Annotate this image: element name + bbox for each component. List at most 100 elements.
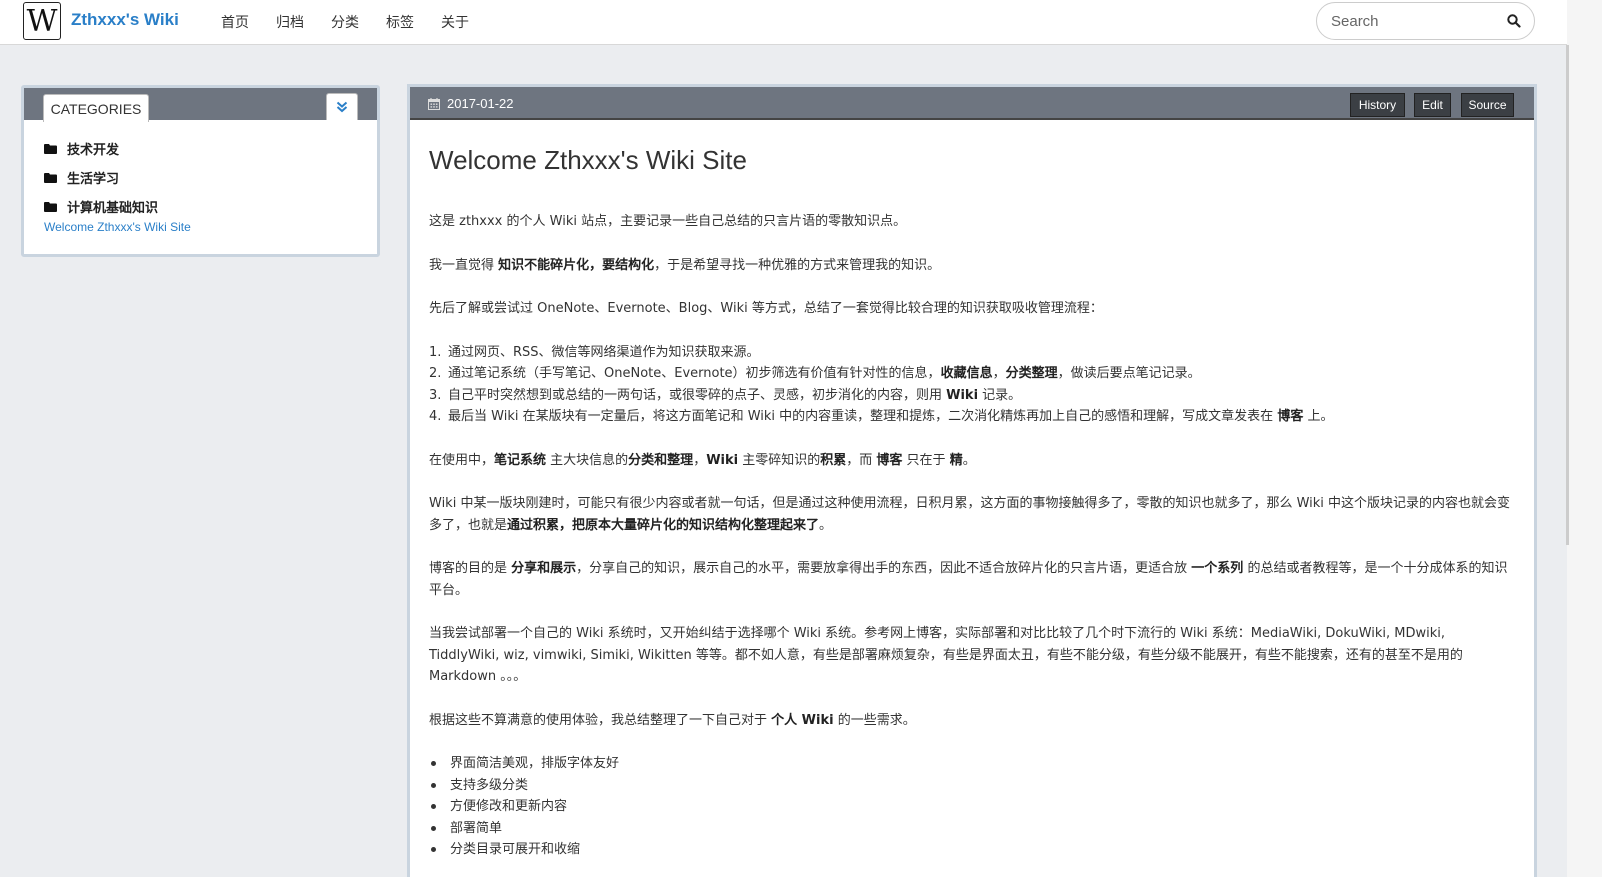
step-text: 通过网页、RSS、微信等网络渠道作为知识获取来源。 bbox=[448, 344, 760, 360]
list-item: 4. 最后当 Wiki 在某版块有一定量后，将这方面笔记和 Wiki 中的内容重读… bbox=[429, 406, 1519, 428]
bold-fragment: 个人 Wiki bbox=[771, 712, 834, 728]
text-fragment: 。 bbox=[962, 452, 976, 468]
category-item[interactable]: 技术开发 bbox=[44, 134, 158, 163]
categories-tab[interactable]: CATEGORIES bbox=[43, 94, 149, 122]
calendar-icon bbox=[428, 97, 440, 110]
text-fragment: 我一直觉得 bbox=[429, 257, 499, 273]
text-fragment: 记录。 bbox=[978, 387, 1022, 403]
source-button[interactable]: Source bbox=[1461, 93, 1514, 117]
welcome-page-link[interactable]: Welcome Zthxxx's Wiki Site bbox=[44, 220, 191, 234]
paragraph-usage: 在使用中，笔记系统 主大块信息的分类和整理，Wiki 主零碎知识的积累，而 博客… bbox=[429, 450, 1519, 472]
paragraph-blog-purpose: 博客的目的是 分享和展示，分享自己的知识，展示自己的水平，需要放拿得出手的东西，… bbox=[429, 558, 1519, 601]
bold-fragment: 分享和展示 bbox=[511, 561, 577, 576]
folder-icon bbox=[44, 172, 57, 183]
search-icon[interactable] bbox=[1507, 14, 1521, 28]
category-list: 技术开发 生活学习 计算机基础知识 bbox=[44, 134, 158, 221]
folder-icon bbox=[44, 201, 57, 212]
category-label: 生活学习 bbox=[67, 172, 120, 187]
nav-tags-link[interactable]: 标签 bbox=[386, 12, 414, 32]
article-date: 2017-01-22 bbox=[428, 96, 514, 111]
category-label: 计算机基础知识 bbox=[67, 201, 159, 216]
text-fragment: 在使用中， bbox=[429, 452, 495, 468]
step-text: 通过笔记系统（手写笔记、OneNote、Evernote）初步筛选有价值有针对性… bbox=[448, 363, 1201, 385]
workflow-steps-list: 1. 通过网页、RSS、微信等网络渠道作为知识获取来源。 2. 通过笔记系统（手写笔… bbox=[429, 342, 1519, 428]
bold-fragment: 积累 bbox=[820, 452, 847, 468]
top-navbar: W Zthxxx's Wiki 首页 归档 分类 标签 关于 bbox=[0, 0, 1602, 45]
bold-fragment: 知识不能碎片化，要结构化 bbox=[498, 257, 655, 273]
step-number: 2. bbox=[429, 366, 442, 381]
list-item: 3. 自己平时突然想到或总结的一两句话，或很零碎的点子、灵感，初步消化的内容，则用… bbox=[429, 385, 1519, 407]
category-item[interactable]: 计算机基础知识 bbox=[44, 192, 158, 221]
bold-fragment: 分类整理 bbox=[1005, 366, 1058, 381]
bold-fragment: 精 bbox=[949, 452, 963, 468]
nav-archive-link[interactable]: 归档 bbox=[276, 12, 304, 32]
step-text: 自己平时突然想到或总结的一两句话，或很零碎的点子、灵感，初步消化的内容，则用 W… bbox=[448, 385, 1021, 407]
article-body: Welcome Zthxxx's Wiki Site 这是 zthxxx 的个人… bbox=[429, 142, 1519, 861]
text-fragment: 主零碎知识的 bbox=[738, 452, 821, 468]
paragraph-knowledge: 我一直觉得 知识不能碎片化，要结构化，于是希望寻找一种优雅的方式来管理我的知识。 bbox=[429, 255, 1519, 277]
bold-fragment: 博客 bbox=[1277, 409, 1304, 424]
text-fragment: 的一些需求。 bbox=[833, 712, 916, 728]
paragraph-accumulation: Wiki 中某一版块刚建时，可能只有很少内容或者就一句话，但是通过这种使用流程，… bbox=[429, 493, 1519, 536]
list-item: 部署简单 bbox=[429, 818, 1519, 840]
bold-fragment: 笔记系统 bbox=[494, 452, 547, 468]
paragraph-intro: 这是 zthxxx 的个人 Wiki 站点，主要记录一些自己总结的只言片语的零散… bbox=[429, 214, 907, 229]
text-fragment: 主大块信息的 bbox=[546, 452, 629, 468]
nav-categories-link[interactable]: 分类 bbox=[331, 12, 359, 32]
site-brand-link[interactable]: Zthxxx's Wiki bbox=[71, 10, 179, 30]
text-fragment: 最后当 Wiki 在某版块有一定量后，将这方面笔记和 Wiki 中的内容重读，整… bbox=[448, 409, 1278, 424]
text-fragment: 根据这些不算满意的使用体验，我总结整理了一下自己对于 bbox=[429, 712, 772, 728]
step-number: 4. bbox=[429, 409, 442, 424]
edit-button[interactable]: Edit bbox=[1414, 93, 1451, 117]
bold-fragment: Wiki bbox=[946, 387, 979, 403]
main-nav: 首页 归档 分类 标签 关于 bbox=[221, 12, 496, 32]
search-input[interactable] bbox=[1331, 11, 1501, 31]
article-header: 2017-01-22 History Edit Source bbox=[410, 87, 1534, 120]
list-item: 界面简洁美观，排版字体友好 bbox=[429, 753, 1519, 775]
bold-fragment: 分类和整理 bbox=[628, 452, 694, 468]
categories-panel: CATEGORIES 技术开发 生活学习 计算机基础知识 Welcome Zth… bbox=[21, 85, 380, 257]
paragraph-methods: 先后了解或尝试过 OneNote、Evernote、Blog、Wiki 等方式，… bbox=[429, 301, 1103, 316]
text-fragment: 通过笔记系统（手写笔记、OneNote、Evernote）初步筛选有价值有针对性… bbox=[448, 366, 941, 381]
list-item: 支持多级分类 bbox=[429, 775, 1519, 797]
text-fragment: ，于是希望寻找一种优雅的方式来管理我的知识。 bbox=[654, 257, 941, 273]
bold-fragment: 收藏信息 bbox=[940, 366, 993, 381]
text-fragment: 上。 bbox=[1303, 409, 1334, 424]
category-item[interactable]: 生活学习 bbox=[44, 163, 158, 192]
double-chevron-down-icon bbox=[336, 101, 348, 113]
list-item: 1. 通过网页、RSS、微信等网络渠道作为知识获取来源。 bbox=[429, 342, 1519, 364]
article-panel: 2017-01-22 History Edit Source Welcome Z… bbox=[407, 84, 1537, 877]
paragraph-requirements: 根据这些不算满意的使用体验，我总结整理了一下自己对于 个人 Wiki 的一些需求… bbox=[429, 710, 1519, 732]
article-date-text: 2017-01-22 bbox=[447, 96, 514, 111]
folder-icon bbox=[44, 143, 57, 154]
text-fragment: 自己平时突然想到或总结的一两句话，或很零碎的点子、灵感，初步消化的内容，则用 bbox=[448, 387, 947, 403]
history-button[interactable]: History bbox=[1350, 93, 1405, 117]
nav-home-link[interactable]: 首页 bbox=[221, 12, 249, 32]
step-number: 1. bbox=[429, 344, 442, 360]
paragraph-wiki-systems: 当我尝试部署一个自己的 Wiki 系统时，又开始纠结于选择哪个 Wiki 系统。… bbox=[429, 626, 1463, 684]
text-fragment: ，分享自己的知识，展示自己的水平，需要放拿得出手的东西，因此不适合放碎片化的只言… bbox=[576, 561, 1192, 576]
search-box bbox=[1316, 2, 1535, 40]
category-label: 技术开发 bbox=[67, 143, 120, 158]
text-fragment: 只在于 bbox=[902, 452, 950, 468]
nav-about-link[interactable]: 关于 bbox=[441, 12, 469, 32]
bold-fragment: 一个系列 bbox=[1191, 561, 1244, 576]
scrollbar-track[interactable] bbox=[1567, 0, 1602, 877]
list-item: 分类目录可展开和收缩 bbox=[429, 839, 1519, 861]
text-fragment: ，而 bbox=[846, 452, 877, 468]
bold-fragment: 通过积累，把原本大量碎片化的知识结构化整理起来了 bbox=[507, 517, 820, 533]
list-item: 方便修改和更新内容 bbox=[429, 796, 1519, 818]
scrollbar-thumb[interactable] bbox=[1566, 45, 1569, 545]
wikipedia-logo-icon[interactable]: W bbox=[23, 2, 61, 40]
text-fragment: 博客的目的是 bbox=[429, 561, 512, 576]
expand-toggle-button[interactable] bbox=[326, 93, 358, 120]
categories-panel-header: CATEGORIES bbox=[24, 88, 377, 122]
text-fragment: ，做读后要点笔记记录。 bbox=[1057, 366, 1201, 381]
text-fragment: 。 bbox=[819, 517, 833, 533]
step-text: 最后当 Wiki 在某版块有一定量后，将这方面笔记和 Wiki 中的内容重读，整… bbox=[448, 406, 1333, 428]
text-fragment: ， bbox=[693, 452, 707, 468]
bold-fragment: 博客 bbox=[876, 452, 903, 468]
requirements-list: 界面简洁美观，排版字体友好 支持多级分类 方便修改和更新内容 部署简单 分类目录… bbox=[429, 753, 1519, 861]
article-title: Welcome Zthxxx's Wiki Site bbox=[429, 145, 747, 175]
step-number: 3. bbox=[429, 387, 442, 403]
